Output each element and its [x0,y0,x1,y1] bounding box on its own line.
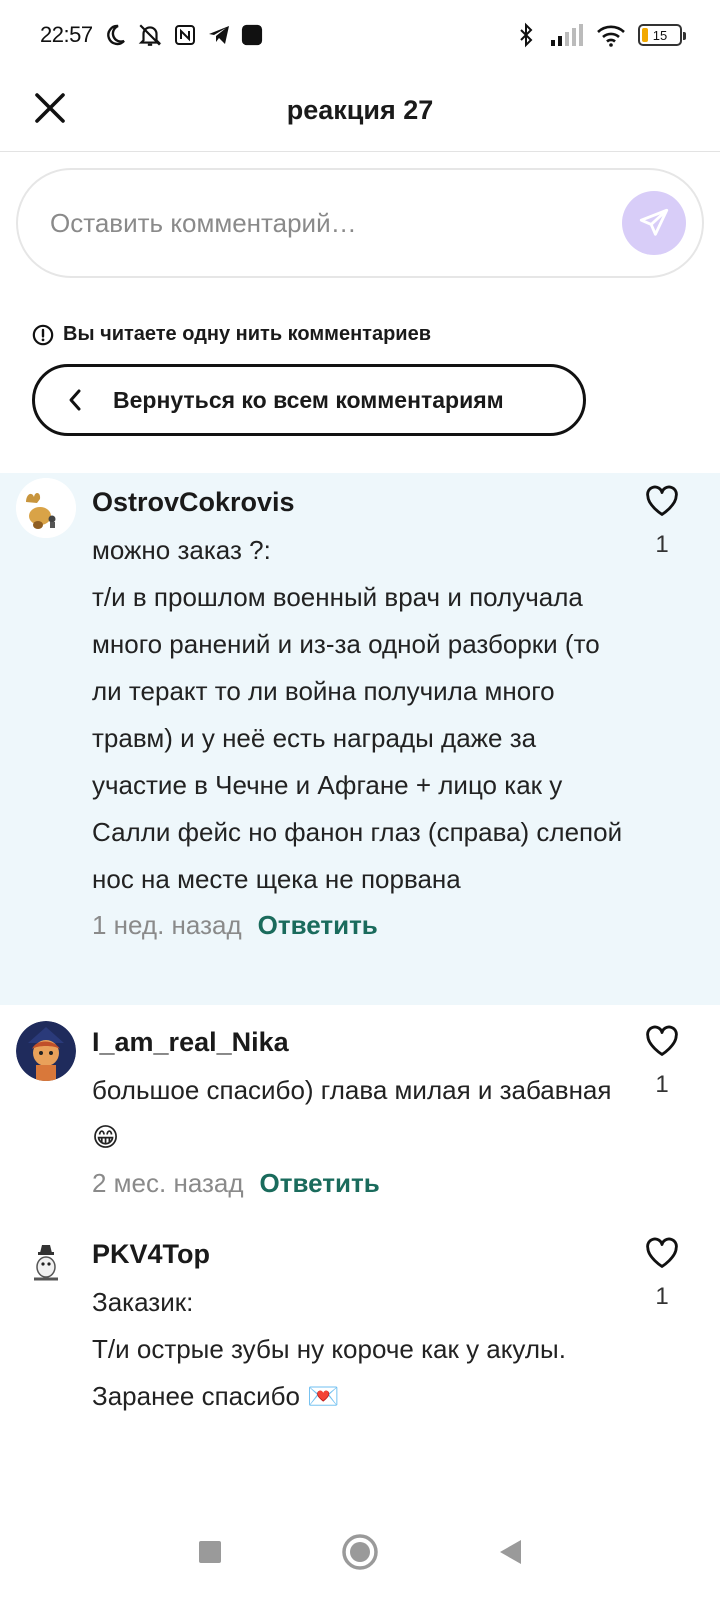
moon-icon [106,24,125,46]
battery-icon: 15 [638,24,686,46]
nfc-icon [174,25,195,45]
like-control: 1 [642,1237,682,1311]
back-button-label: Вернуться ко всем комментариям [113,386,504,413]
heart-icon[interactable] [645,485,679,517]
reply-button[interactable]: Ответить [258,905,378,945]
app-icon [241,24,262,46]
nika-avatar-icon [16,1021,76,1081]
like-control: 1 [642,1025,682,1099]
comment-time: 1 нед. назад [92,910,242,940]
status-bar: 22:57 15 [0,0,720,70]
comment-author[interactable]: OstrovCokrovis [92,485,632,519]
moose-avatar-icon [16,478,76,538]
back-to-all-comments-button[interactable]: Вернуться ко всем комментариям [32,364,586,436]
like-count: 1 [655,1283,669,1310]
heart-icon[interactable] [645,1025,679,1057]
comment-author[interactable]: PKV4Top [92,1237,632,1271]
comment-time: 2 мес. назад [92,1168,244,1198]
comments-list: OstrovCokrovis можно заказ ?: т/и в прош… [0,473,720,1483]
send-icon [639,208,669,236]
like-count: 1 [655,1071,669,1098]
close-icon [35,93,65,123]
comment-body: PKV4Top Заказик: Т/и острые зубы ну коро… [92,1237,632,1420]
comment-body: I_am_real_Nika большое спасибо) глава ми… [92,1025,632,1203]
comment-text: можно заказ ?: т/и в прошлом военный вра… [92,535,623,894]
battery-level: 15 [652,27,668,43]
comment-input[interactable] [50,207,622,239]
comment-meta: 1 нед. назад Ответить [92,905,632,945]
bluetooth-icon [520,22,533,48]
like-count: 1 [655,531,669,558]
triangle-back-icon [500,1540,521,1564]
avatar[interactable] [16,1233,76,1293]
header: реакция 27 [0,70,720,152]
send-button[interactable] [622,191,686,255]
avatar[interactable] [16,478,76,538]
comment-body: OstrovCokrovis можно заказ ?: т/и в прош… [92,485,632,945]
page-title: реакция 27 [286,95,434,125]
heart-icon[interactable] [645,1237,679,1269]
comment-item: PKV4Top Заказик: Т/и острые зубы ну коро… [0,1223,720,1483]
back-button[interactable] [490,1532,530,1572]
comment-meta: 2 мес. назад Ответить [92,1163,632,1203]
system-nav-bar [0,1504,720,1600]
square-icon [199,1541,221,1563]
comment-text: Заказик: Т/и острые зубы ну короче как у… [92,1287,566,1411]
pkv-avatar-icon [16,1233,76,1293]
home-button[interactable] [340,1532,380,1572]
comment-item: I_am_real_Nika большое спасибо) глава ми… [0,1005,720,1223]
signal-icon [551,24,583,46]
like-control: 1 [642,485,682,559]
status-left: 22:57 [40,22,514,48]
chevron-left-icon [69,389,81,411]
comment-item: OstrovCokrovis можно заказ ?: т/и в прош… [0,473,720,1005]
thread-note: Вы читаете одну нить комментариев [32,323,431,346]
circle-icon [342,1534,378,1570]
reply-button[interactable]: Ответить [260,1163,380,1203]
comment-author[interactable]: I_am_real_Nika [92,1025,632,1059]
info-icon [32,324,54,345]
status-time: 22:57 [40,22,93,47]
telegram-icon [208,26,229,44]
comment-input-container [16,168,704,278]
status-right: 15 [514,22,686,48]
wifi-icon [597,25,625,47]
avatar[interactable] [16,1021,76,1081]
recents-button[interactable] [190,1532,230,1572]
comment-text: большое спасибо) глава милая и забавная😁 [92,1075,612,1152]
thread-note-text: Вы читаете одну нить комментариев [63,323,432,345]
close-button[interactable] [30,88,70,128]
bell-off-icon [138,24,161,46]
